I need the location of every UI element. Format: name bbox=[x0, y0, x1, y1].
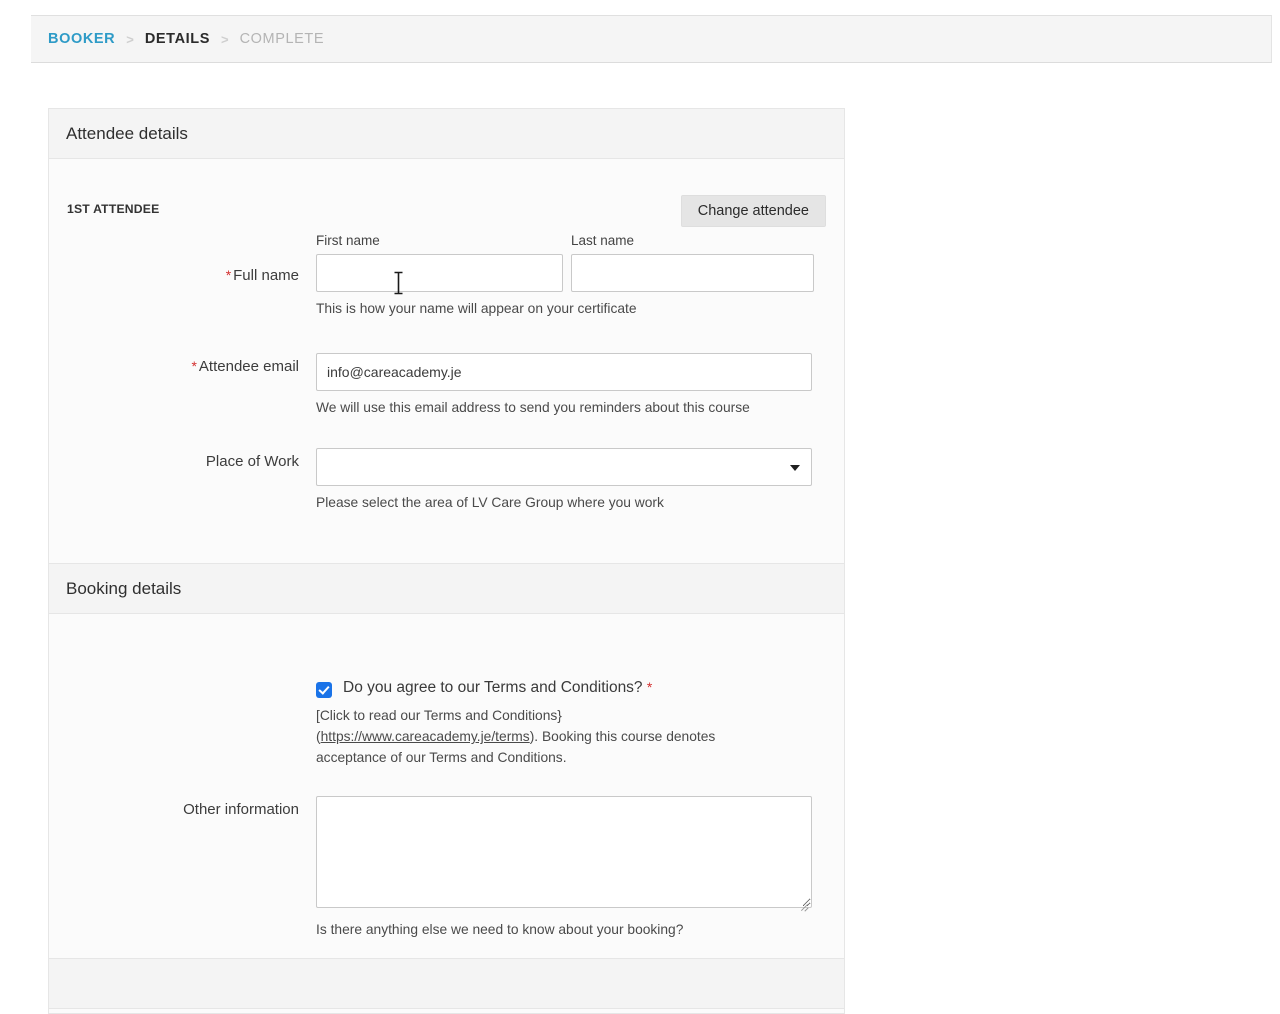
panel-title: Attendee details bbox=[66, 123, 188, 143]
attendee-details-body: 1ST ATTENDEE Change attendee * Full name … bbox=[49, 159, 844, 570]
booking-details-body: Do you agree to our Terms and Conditions… bbox=[49, 614, 844, 992]
attendee-header-row: 1ST ATTENDEE Change attendee bbox=[49, 159, 844, 233]
full-name-field-col: First name Last name This is how your na… bbox=[316, 233, 844, 320]
chevron-down-icon bbox=[790, 464, 800, 471]
other-information-label-col: Other information bbox=[49, 796, 316, 941]
attendee-details-panel: Attendee details 1ST ATTENDEE Change att… bbox=[48, 108, 845, 571]
next-panel-header bbox=[49, 959, 844, 1009]
full-name-row: * Full name First name Last name This is … bbox=[49, 233, 844, 324]
attendee-email-label: Attendee email bbox=[198, 357, 299, 375]
breadcrumb-item-complete: COMPLETE bbox=[239, 31, 325, 47]
other-information-field-col: Is there anything else we need to know a… bbox=[316, 795, 844, 941]
attendee-details-header: Attendee details bbox=[49, 109, 844, 159]
booking-details-panel: Booking details Do you agree to our Term… bbox=[48, 563, 845, 993]
attendee-email-field-col: We will use this email address to send y… bbox=[316, 352, 844, 419]
place-of-work-row: Place of Work Please select the area of … bbox=[49, 419, 844, 570]
place-of-work-field-col: Please select the area of LV Care Group … bbox=[316, 447, 844, 514]
terms-required-marker: * bbox=[646, 679, 653, 695]
breadcrumb-item-booker[interactable]: BOOKER bbox=[48, 31, 115, 47]
full-name-required-marker: * bbox=[225, 267, 232, 283]
full-name-help-text: This is how your name will appear on you… bbox=[316, 301, 637, 316]
panel-title: Booking details bbox=[66, 578, 182, 598]
terms-field-col: Do you agree to our Terms and Conditions… bbox=[316, 679, 844, 769]
terms-link[interactable]: https://www.careacademy.je/terms bbox=[321, 729, 530, 744]
other-information-help-text: Is there anything else we need to know a… bbox=[316, 921, 684, 937]
breadcrumb-separator-1: > bbox=[126, 31, 134, 47]
last-name-sub-label: Last name bbox=[571, 233, 635, 248]
terms-row: Do you agree to our Terms and Conditions… bbox=[49, 614, 844, 769]
full-name-label-col: * Full name bbox=[49, 233, 316, 320]
place-of-work-label-col: Place of Work bbox=[49, 448, 316, 514]
terms-check-row: Do you agree to our Terms and Conditions… bbox=[316, 679, 844, 698]
attendee-index-label: 1ST ATTENDEE bbox=[67, 202, 160, 216]
other-information-textarea[interactable] bbox=[316, 795, 812, 908]
terms-checkbox[interactable] bbox=[316, 682, 332, 698]
attendee-email-row: *Attendee email We will use this email a… bbox=[49, 324, 844, 419]
next-panel-partial bbox=[48, 958, 845, 1014]
attendee-email-input[interactable] bbox=[316, 352, 812, 391]
breadcrumb-separator-2: > bbox=[221, 31, 229, 47]
terms-checkbox-label: Do you agree to our Terms and Conditions… bbox=[343, 679, 653, 696]
terms-label-col bbox=[49, 679, 316, 769]
place-of-work-select[interactable] bbox=[316, 447, 812, 486]
last-name-input[interactable] bbox=[571, 254, 814, 292]
attendee-email-required-marker: * bbox=[191, 357, 197, 374]
attendee-email-help-text: We will use this email address to send y… bbox=[316, 399, 750, 415]
attendee-email-label-col: * Attendee email bbox=[49, 353, 316, 419]
breadcrumb: BOOKER > DETAILS > COMPLETE bbox=[31, 15, 1272, 63]
other-information-label: Other information bbox=[183, 800, 299, 818]
full-name-label: Full name bbox=[233, 267, 299, 284]
place-of-work-help-text: Please select the area of LV Care Group … bbox=[316, 494, 664, 510]
place-of-work-label: Place of Work bbox=[205, 452, 299, 470]
breadcrumb-item-details[interactable]: DETAILS bbox=[145, 31, 210, 47]
terms-help-text: [Click to read our Terms and Conditions}… bbox=[316, 705, 761, 769]
change-attendee-button[interactable]: Change attendee bbox=[680, 195, 826, 227]
first-name-sub-label: First name bbox=[316, 233, 380, 248]
booking-details-header: Booking details bbox=[49, 564, 844, 614]
first-name-input[interactable] bbox=[316, 254, 563, 292]
